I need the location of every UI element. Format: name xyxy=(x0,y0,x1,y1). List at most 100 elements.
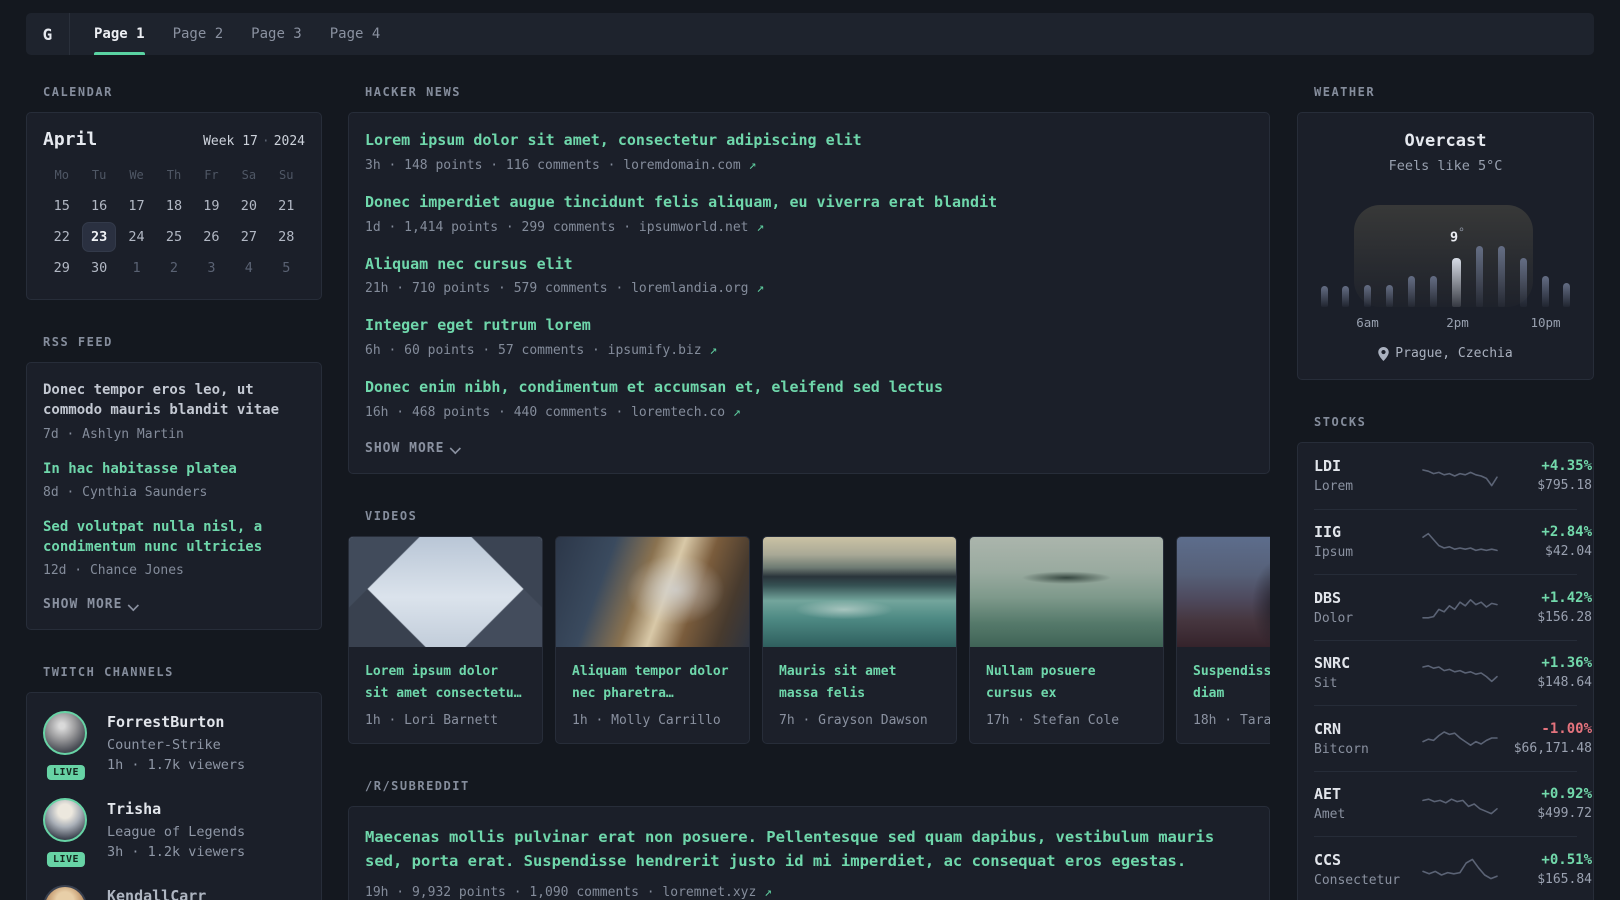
calendar-day: 20 xyxy=(240,198,257,214)
channel-name: ForrestBurton xyxy=(107,713,225,732)
tab-label: Page 3 xyxy=(251,26,302,42)
rss-item-link[interactable]: In hac habitasse platea xyxy=(43,459,301,479)
hour-label: 2pm xyxy=(1446,315,1469,330)
subreddit-widget-title: /R/SUBREDDIT xyxy=(365,778,470,793)
video-thumbnail xyxy=(1177,536,1270,647)
video-card[interactable]: Nullam posuere cursus ex 17h · Stefan Co… xyxy=(969,535,1164,744)
stock-name: Dolor xyxy=(1314,610,1354,626)
rss-card: Donec tempor eros leo, ut commodo mauris… xyxy=(26,362,322,631)
live-badge: LIVE xyxy=(46,852,86,868)
hn-item-meta: 3h · 148 points · 116 comments · loremdo… xyxy=(365,157,757,173)
weather-bar xyxy=(1563,283,1571,307)
location-pin-icon xyxy=(1378,346,1390,361)
tab-page-3[interactable]: Page 3 xyxy=(237,13,316,55)
video-thumbnail xyxy=(763,536,956,647)
middle-column: HACKER NEWS Lorem ipsum dolor sit amet, … xyxy=(348,55,1270,900)
hacker-news-widget-title: HACKER NEWS xyxy=(365,85,461,99)
stock-sparkline xyxy=(1420,527,1500,557)
stock-sparkline xyxy=(1420,723,1500,753)
calendar-grid: Mo Tu We Th Fr Sa Su 15 16 17 18 19 20 2… xyxy=(43,164,305,283)
left-column: CALENDAR April Week 17 · 2024 Mo Tu We Th … xyxy=(26,55,322,900)
active-tab-underline xyxy=(94,52,145,55)
video-card[interactable]: Lorem ipsum dolor sit amet consectetu… 1… xyxy=(348,535,543,744)
video-title-link[interactable]: Nullam posuere cursus ex xyxy=(970,647,1163,705)
weather-bar xyxy=(1342,286,1350,307)
stock-ticker: CRN xyxy=(1314,719,1342,738)
weather-condition: Overcast xyxy=(1404,131,1487,151)
calendar-card: April Week 17 · 2024 Mo Tu We Th Fr Sa Su … xyxy=(26,112,322,300)
weather-bar xyxy=(1408,276,1416,307)
reddit-post-link[interactable]: Maecenas mollis pulvinar erat non posuer… xyxy=(365,825,1253,873)
video-meta: 17h · Stefan Cole xyxy=(986,712,1120,728)
subreddit-widget: /R/SUBREDDIT Maecenas mollis pulvinar er… xyxy=(348,779,1270,900)
videos-widget: VIDEOS Lorem ipsum dolor sit amet consec… xyxy=(348,509,1270,744)
calendar-day: 25 xyxy=(165,229,183,245)
stock-row[interactable]: LDI Lorem +4.35% $795.18 xyxy=(1314,443,1592,509)
hn-item-meta: 6h · 60 points · 57 comments · ipsumify.… xyxy=(365,343,718,358)
stock-change-pct: +4.35% xyxy=(1541,458,1592,475)
weather-bar xyxy=(1475,246,1483,307)
calendar-day: 26 xyxy=(203,229,220,245)
dashboard-page: G Page 1 Page 2 Page 3 Page 4 CALENDAR A… xyxy=(0,0,1620,900)
video-title-link[interactable]: Mauris sit amet massa felis xyxy=(763,647,956,705)
weather-feels-like: Feels like 5°C xyxy=(1388,158,1503,174)
twitch-channel[interactable]: LIVE Trisha League of Legends 3h · 1.2k … xyxy=(43,798,305,868)
twitch-widget-title: TWITCH CHANNELS xyxy=(43,665,174,680)
weekday-label: Su xyxy=(279,168,294,182)
stock-row[interactable]: SNRC Sit +1.36% $148.64 xyxy=(1314,639,1592,706)
rss-show-more-button[interactable]: SHOW MORE xyxy=(43,597,139,612)
tab-page-4[interactable]: Page 4 xyxy=(316,13,395,55)
stock-row[interactable]: IIG Ipsum +2.84% $42.04 xyxy=(1314,508,1592,575)
video-card[interactable]: Aliquam tempor dolor nec pharetra… 1h · … xyxy=(555,535,750,744)
stock-price: $499.72 xyxy=(1537,806,1592,822)
stock-row[interactable]: AET Amet +0.92% $499.72 xyxy=(1314,770,1592,837)
calendar-day-other-month: 2 xyxy=(169,260,179,276)
stock-row[interactable]: CRN Bitcorn -1.00% $66,171.48 xyxy=(1314,705,1592,771)
stock-sparkline xyxy=(1420,789,1500,819)
channel-viewers: 3h · 1.2k viewers xyxy=(107,844,246,861)
app-logo: G xyxy=(26,13,70,55)
twitch-channel[interactable]: LIVE ForrestBurton Counter-Strike 1h · 1… xyxy=(43,711,305,781)
stock-change-pct: +1.36% xyxy=(1541,655,1592,672)
weather-widget-title: WEATHER xyxy=(1314,85,1376,99)
hn-item-meta: 21h · 710 points · 579 comments · loreml… xyxy=(365,281,765,297)
stock-price: $156.28 xyxy=(1537,609,1592,625)
video-thumbnail xyxy=(970,536,1163,647)
hn-item-link[interactable]: Aliquam nec cursus elit xyxy=(365,254,1253,276)
hn-item: Lorem ipsum dolor sit amet, consectetur … xyxy=(365,130,1253,173)
video-title-link[interactable]: Suspendisse diam xyxy=(1177,647,1270,705)
video-title-link[interactable]: Lorem ipsum dolor sit amet consectetu… xyxy=(349,647,542,705)
tab-page-2[interactable]: Page 2 xyxy=(159,13,238,55)
hacker-news-card: Lorem ipsum dolor sit amet, consectetur … xyxy=(348,112,1270,474)
calendar-day-other-month: 1 xyxy=(132,260,141,276)
stock-ticker: IIG xyxy=(1314,523,1342,542)
video-title-link[interactable]: Aliquam tempor dolor nec pharetra… xyxy=(556,647,749,705)
rss-item-link[interactable]: Sed volutpat nulla nisl, a condimentum n… xyxy=(43,517,301,558)
video-card[interactable]: Suspendisse diam 18h · Tara xyxy=(1176,535,1270,744)
calendar-day-other-month: 4 xyxy=(244,260,253,276)
external-link-icon: ↗ xyxy=(764,884,772,900)
stock-row[interactable]: DBS Dolor +1.42% $156.28 xyxy=(1314,574,1592,640)
external-link-icon: ↗ xyxy=(748,157,757,173)
twitch-channel[interactable]: KendallCarr xyxy=(43,885,305,900)
hn-item-link[interactable]: Donec imperdiet augue tincidunt felis al… xyxy=(365,192,1253,214)
video-card[interactable]: Mauris sit amet massa felis 7h · Grayson… xyxy=(762,535,957,744)
tab-page-1[interactable]: Page 1 xyxy=(80,13,159,55)
hn-show-more-button[interactable]: SHOW MORE xyxy=(365,441,461,456)
hn-item-link[interactable]: Integer eget rutrum lorem xyxy=(365,315,1253,337)
hn-item-link[interactable]: Donec enim nibh, condimentum et accumsan… xyxy=(365,377,1253,399)
stocks-card: LDI Lorem +4.35% $795.18 IIG Ipsum +2.84% $4… xyxy=(1297,442,1594,900)
external-link-icon: ↗ xyxy=(732,404,741,420)
videos-row: Lorem ipsum dolor sit amet consectetu… 1… xyxy=(348,535,1270,744)
hn-item-link[interactable]: Lorem ipsum dolor sit amet, consectetur … xyxy=(365,130,1253,152)
weekday-label: Tu xyxy=(91,168,107,182)
hn-item-meta: 16h · 468 points · 440 comments · loremt… xyxy=(365,404,741,420)
hn-item: Donec imperdiet augue tincidunt felis al… xyxy=(365,192,1253,235)
channel-avatar: LIVE xyxy=(43,798,89,868)
calendar-day: 21 xyxy=(278,198,295,214)
calendar-widget: CALENDAR April Week 17 · 2024 Mo Tu We Th … xyxy=(26,85,322,300)
avatar xyxy=(43,798,87,843)
video-thumbnail xyxy=(556,536,749,647)
stock-row[interactable]: CCS Consectetur +0.51% $165.84 xyxy=(1314,836,1592,900)
rss-item-link[interactable]: Donec tempor eros leo, ut commodo mauris… xyxy=(43,380,301,421)
